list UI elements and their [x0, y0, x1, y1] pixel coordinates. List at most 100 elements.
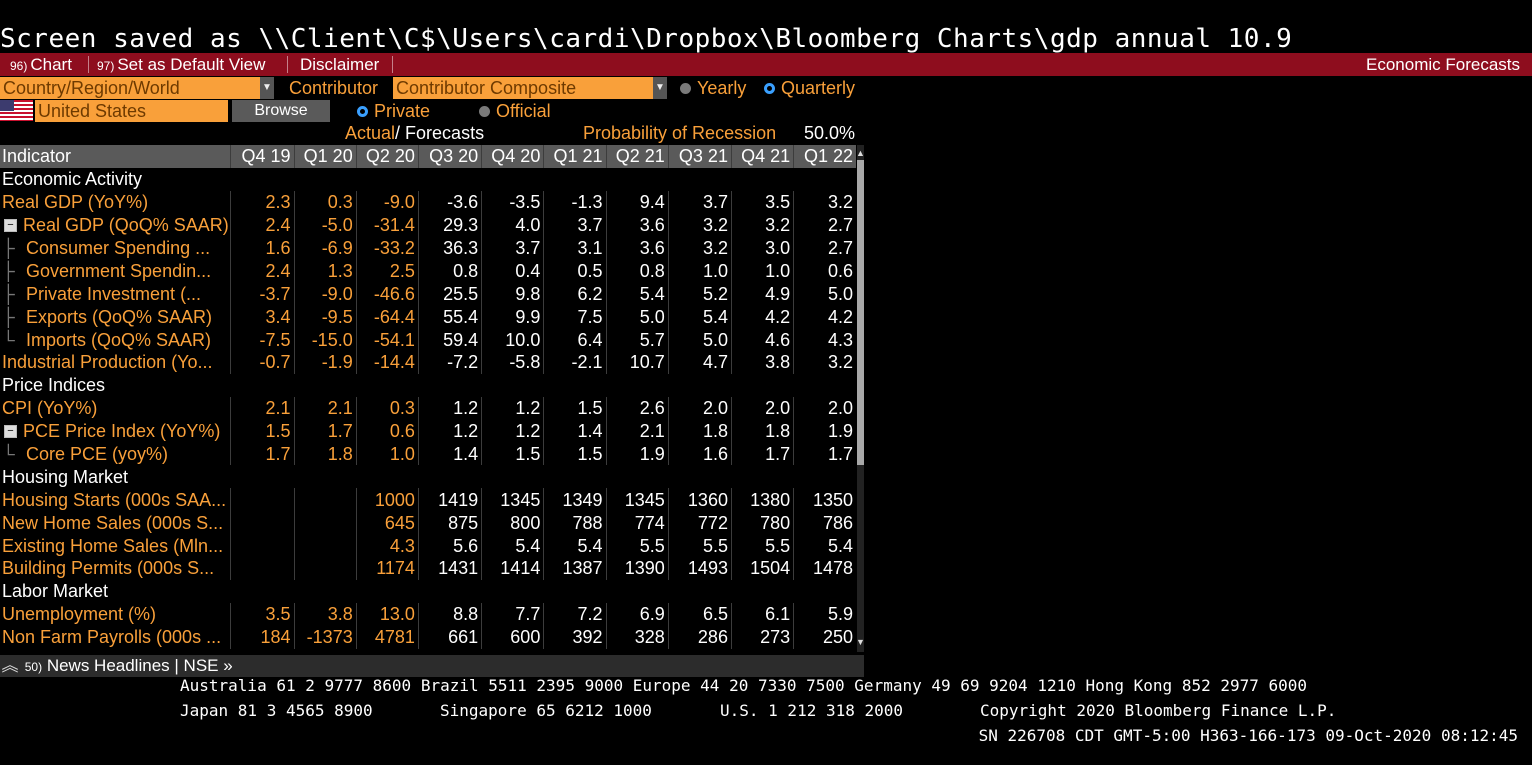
- forecast-value-cell[interactable]: 4.0: [481, 213, 544, 237]
- forecast-value-cell[interactable]: 1.8: [730, 419, 794, 443]
- actual-value-cell[interactable]: [230, 511, 295, 535]
- header-period[interactable]: Q3 21: [667, 145, 732, 168]
- actual-value-cell[interactable]: 3.8: [293, 602, 357, 626]
- forecast-value-cell[interactable]: 250: [793, 625, 856, 649]
- indicator-row[interactable]: − PCE Price Index (YoY%) 1.5 1.7 0.6 1.2 1.2 1.…: [0, 419, 856, 443]
- forecast-value-cell[interactable]: 29.3: [417, 213, 482, 237]
- header-period[interactable]: Q2 20: [355, 145, 419, 168]
- forecast-value-cell[interactable]: -3.5: [481, 190, 544, 214]
- forecast-value-cell[interactable]: 286: [667, 625, 732, 649]
- header-period[interactable]: Q1 20: [293, 145, 357, 168]
- forecast-value-cell[interactable]: 1.4: [543, 419, 607, 443]
- indicator-cell[interactable]: New Home Sales (000s S...: [0, 511, 231, 534]
- forecast-value-cell[interactable]: 3.6: [605, 236, 669, 260]
- forecast-value-cell[interactable]: 1.7: [730, 442, 794, 466]
- actual-value-cell[interactable]: 0.3: [355, 396, 419, 420]
- forecast-value-cell[interactable]: 7.5: [543, 305, 607, 329]
- actual-value-cell[interactable]: 4.3: [355, 534, 419, 558]
- header-period[interactable]: Q4 19: [230, 145, 295, 168]
- indicator-cell[interactable]: ├ Government Spendin...: [0, 259, 231, 282]
- forecast-value-cell[interactable]: 1.2: [481, 396, 544, 420]
- forecast-value-cell[interactable]: 2.0: [667, 396, 732, 420]
- forecast-value-cell[interactable]: 5.0: [793, 282, 856, 306]
- actual-value-cell[interactable]: 1.5: [230, 419, 295, 443]
- forecast-value-cell[interactable]: 3.0: [730, 236, 794, 260]
- actual-value-cell[interactable]: 0.6: [355, 419, 419, 443]
- forecast-value-cell[interactable]: 3.6: [605, 213, 669, 237]
- forecast-value-cell[interactable]: 273: [730, 625, 794, 649]
- forecast-value-cell[interactable]: 3.2: [730, 213, 794, 237]
- forecast-value-cell[interactable]: 5.7: [605, 328, 669, 352]
- actual-value-cell[interactable]: -46.6: [355, 282, 419, 306]
- actual-value-cell[interactable]: 3.4: [230, 305, 295, 329]
- actual-value-cell[interactable]: 0.3: [293, 190, 357, 214]
- forecast-value-cell[interactable]: 1.2: [417, 419, 482, 443]
- forecast-value-cell[interactable]: -3.6: [417, 190, 482, 214]
- forecast-value-cell[interactable]: 5.9: [793, 602, 856, 626]
- actual-value-cell[interactable]: -9.0: [355, 190, 419, 214]
- forecast-value-cell[interactable]: 661: [417, 625, 482, 649]
- table-scrollbar-thumb[interactable]: [857, 160, 864, 465]
- section-header-row[interactable]: Price Indices: [0, 374, 856, 397]
- forecast-value-cell[interactable]: 1504: [730, 557, 794, 580]
- forecast-value-cell[interactable]: 3.1: [543, 236, 607, 260]
- nse-link[interactable]: NSE »: [184, 656, 233, 675]
- forecast-value-cell[interactable]: 5.4: [543, 534, 607, 558]
- set-default-view-menu-item[interactable]: 97) Set as Default View: [97, 53, 265, 76]
- forecast-value-cell[interactable]: 9.4: [605, 190, 669, 214]
- browse-button[interactable]: Browse: [232, 100, 330, 122]
- yearly-radio[interactable]: Yearly: [680, 77, 746, 99]
- forecast-value-cell[interactable]: 1.5: [543, 396, 607, 420]
- forecast-value-cell[interactable]: 2.7: [793, 236, 856, 260]
- indicator-cell[interactable]: Real GDP (YoY%): [0, 191, 231, 214]
- forecast-value-cell[interactable]: 59.4: [417, 328, 482, 352]
- actual-value-cell[interactable]: -1.9: [293, 351, 357, 374]
- actual-value-cell[interactable]: 1.0: [355, 442, 419, 466]
- forecast-value-cell[interactable]: 1478: [793, 557, 856, 580]
- indicator-row[interactable]: ├ Private Investment (... -3.7 -9.0 -46.6 25…: [0, 282, 856, 306]
- actual-value-cell[interactable]: 1.7: [230, 442, 295, 466]
- forecast-value-cell[interactable]: 6.9: [605, 602, 669, 626]
- forecast-value-cell[interactable]: 1345: [605, 488, 669, 512]
- forecast-value-cell[interactable]: 1.4: [417, 442, 482, 466]
- actual-value-cell[interactable]: [293, 488, 357, 512]
- collapse-chevron-icon[interactable]: ︽: [0, 655, 20, 677]
- forecast-value-cell[interactable]: 1390: [605, 557, 669, 580]
- forecast-value-cell[interactable]: 3.5: [730, 190, 794, 214]
- forecast-value-cell[interactable]: 1431: [417, 557, 482, 580]
- actual-value-cell[interactable]: [293, 557, 357, 580]
- actual-value-cell[interactable]: -9.0: [293, 282, 357, 306]
- forecast-value-cell[interactable]: 1.9: [793, 419, 856, 443]
- actual-value-cell[interactable]: -3.7: [230, 282, 295, 306]
- forecast-value-cell[interactable]: 1.5: [481, 442, 544, 466]
- forecast-value-cell[interactable]: 1419: [417, 488, 482, 512]
- actual-value-cell[interactable]: -5.0: [293, 213, 357, 237]
- indicator-cell[interactable]: Building Permits (000s S...: [0, 557, 231, 580]
- forecast-value-cell[interactable]: -5.8: [481, 351, 544, 374]
- forecast-value-cell[interactable]: 25.5: [417, 282, 482, 306]
- forecast-value-cell[interactable]: 6.2: [543, 282, 607, 306]
- indicator-cell[interactable]: └ Core PCE (yoy%): [0, 443, 231, 466]
- forecast-value-cell[interactable]: 1493: [667, 557, 732, 580]
- actual-value-cell[interactable]: -9.5: [293, 305, 357, 329]
- forecast-value-cell[interactable]: 3.7: [667, 190, 732, 214]
- quarterly-radio[interactable]: Quarterly: [764, 77, 855, 99]
- news-headlines-link[interactable]: News Headlines: [47, 656, 170, 675]
- forecast-value-cell[interactable]: 0.5: [543, 259, 607, 283]
- actual-value-cell[interactable]: [293, 534, 357, 558]
- forecast-value-cell[interactable]: 1.9: [605, 442, 669, 466]
- contributor-dropdown[interactable]: Contributor Composite: [393, 77, 653, 99]
- forecast-value-cell[interactable]: -2.1: [543, 351, 607, 374]
- indicator-row[interactable]: Industrial Production (Yo... -0.7 -1.9 -14.…: [0, 351, 856, 374]
- scroll-down-icon[interactable]: ▼: [856, 637, 865, 647]
- forecast-value-cell[interactable]: 4.3: [793, 328, 856, 352]
- forecast-value-cell[interactable]: 4.2: [730, 305, 794, 329]
- forecast-value-cell[interactable]: 7.7: [481, 602, 544, 626]
- forecast-value-cell[interactable]: 774: [605, 511, 669, 535]
- forecast-value-cell[interactable]: 4.9: [730, 282, 794, 306]
- actual-value-cell[interactable]: 1000: [355, 488, 419, 512]
- forecast-value-cell[interactable]: 3.2: [793, 190, 856, 214]
- forecast-value-cell[interactable]: 328: [605, 625, 669, 649]
- actual-value-cell[interactable]: -64.4: [355, 305, 419, 329]
- forecast-value-cell[interactable]: 800: [481, 511, 544, 535]
